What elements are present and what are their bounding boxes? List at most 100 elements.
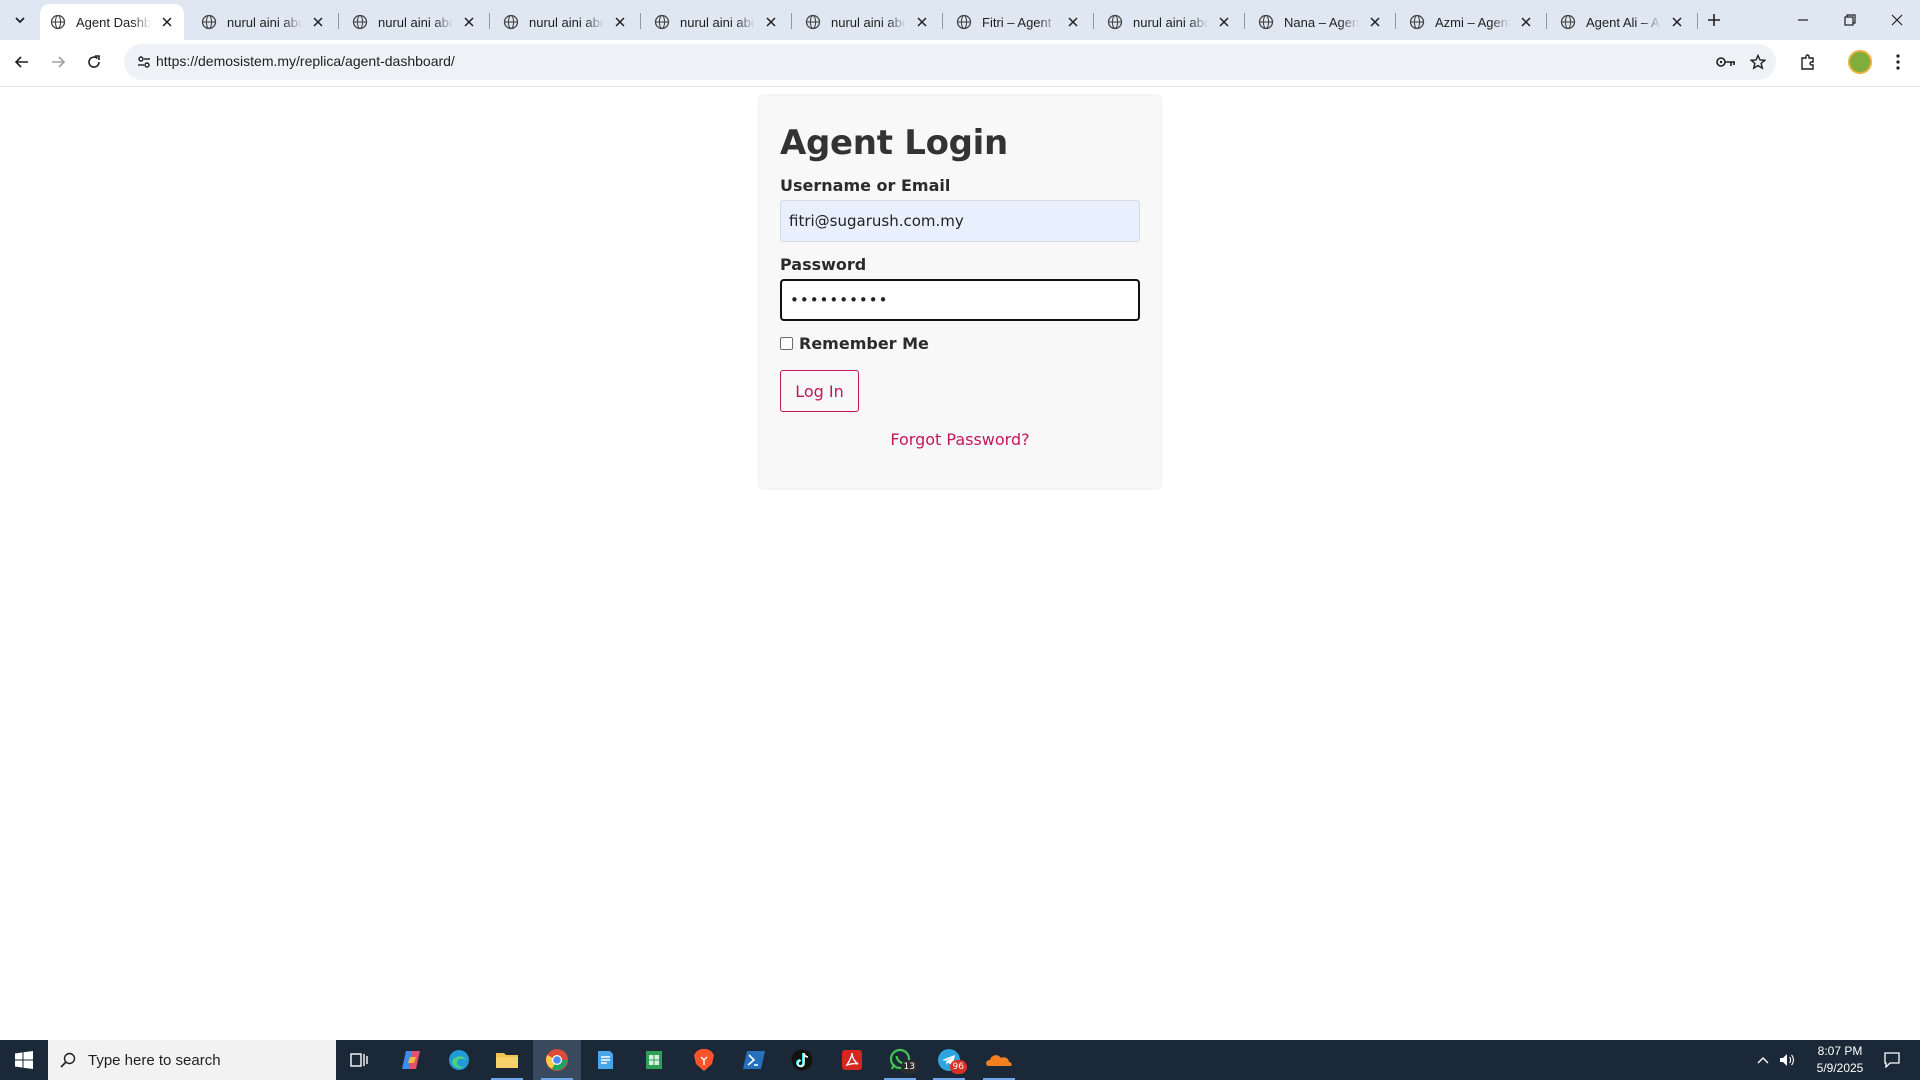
speaker-icon xyxy=(1780,1054,1794,1066)
site-info-icon[interactable] xyxy=(132,50,156,74)
forward-button[interactable] xyxy=(44,48,72,76)
tab-agent-ali[interactable]: Agent Ali – Agent xyxy=(1550,4,1694,40)
globe-icon xyxy=(503,14,519,30)
close-window-button[interactable] xyxy=(1874,0,1920,40)
edge-icon[interactable] xyxy=(435,1040,483,1080)
extensions-button[interactable] xyxy=(1794,48,1822,76)
tiktok-icon[interactable] xyxy=(778,1040,826,1080)
password-key-icon[interactable] xyxy=(1714,50,1738,74)
login-button[interactable]: Log In xyxy=(780,370,859,412)
tab-title: nurul aini abdul xyxy=(378,14,454,30)
tray-overflow-button[interactable] xyxy=(1752,1040,1774,1080)
tab-separator xyxy=(1093,13,1094,29)
reload-button[interactable] xyxy=(80,48,108,76)
tab-nurul-1[interactable]: nurul aini abdul xyxy=(191,4,335,40)
tab-close-icon[interactable] xyxy=(1669,13,1684,31)
tab-close-icon[interactable] xyxy=(461,13,476,31)
profile-avatar[interactable] xyxy=(1848,50,1872,74)
chat-bubble-icon xyxy=(1884,1052,1900,1068)
username-label: Username or Email xyxy=(780,176,951,195)
tab-nurul-2[interactable]: nurul aini abdul xyxy=(342,4,486,40)
tab-separator xyxy=(791,13,792,29)
copilot-icon[interactable] xyxy=(387,1040,435,1080)
puzzle-icon xyxy=(1801,54,1814,70)
tab-title: Agent Ali – Agent xyxy=(1586,14,1661,30)
minimize-icon xyxy=(1798,19,1808,21)
tab-title: nurul aini abdul xyxy=(1133,14,1209,30)
tab-separator xyxy=(1395,13,1396,29)
restore-button[interactable] xyxy=(1827,0,1873,40)
brave-icon[interactable] xyxy=(680,1040,728,1080)
restore-icon xyxy=(1844,14,1856,26)
taskbar-search-box[interactable]: Type here to search xyxy=(48,1040,336,1080)
menu-button[interactable] xyxy=(1884,48,1912,76)
taskbar-clock[interactable]: 8:07 PM 5/9/2025 xyxy=(1800,1043,1880,1077)
forgot-password-link[interactable]: Forgot Password? xyxy=(760,430,1160,449)
tab-separator xyxy=(1697,13,1698,29)
powershell-icon[interactable] xyxy=(730,1040,778,1080)
username-input[interactable] xyxy=(780,200,1140,242)
login-card: Agent Login Username or Email Password R… xyxy=(760,96,1160,488)
spreadsheet-icon[interactable] xyxy=(630,1040,678,1080)
tab-close-icon[interactable] xyxy=(159,13,174,31)
new-tab-button[interactable] xyxy=(1702,8,1726,32)
bookmark-star-icon[interactable] xyxy=(1746,50,1770,74)
remember-me-label[interactable]: Remember Me xyxy=(799,334,929,353)
plus-icon xyxy=(1708,14,1720,26)
tab-close-icon[interactable] xyxy=(763,13,778,31)
tab-separator xyxy=(640,13,641,29)
tab-close-icon[interactable] xyxy=(1216,13,1231,31)
tab-fitri-agent[interactable]: Fitri – Agent Page xyxy=(946,4,1090,40)
tab-separator xyxy=(1244,13,1245,29)
tab-search-button[interactable] xyxy=(8,8,32,32)
whatsapp-badge: 13 xyxy=(900,1060,918,1074)
search-icon xyxy=(60,1052,76,1068)
globe-icon xyxy=(201,14,217,30)
globe-icon xyxy=(1107,14,1123,30)
notepad-icon[interactable] xyxy=(581,1040,629,1080)
search-placeholder: Type here to search xyxy=(88,1051,221,1069)
tab-title: nurul aini abdul xyxy=(227,14,303,30)
tab-close-icon[interactable] xyxy=(310,13,325,31)
password-input[interactable] xyxy=(780,279,1140,321)
tab-agent-dashboard[interactable]: Agent Dashboard xyxy=(40,4,184,40)
telegram-icon[interactable]: 96 xyxy=(925,1040,973,1080)
tab-separator xyxy=(338,13,339,29)
notifications-button[interactable] xyxy=(1872,1040,1912,1080)
tab-azmi-agent[interactable]: Azmi – Agent Page xyxy=(1399,4,1543,40)
close-icon xyxy=(1891,14,1903,26)
password-label: Password xyxy=(780,255,867,274)
task-view-icon[interactable] xyxy=(336,1040,384,1080)
tab-separator xyxy=(489,13,490,29)
chrome-icon[interactable] xyxy=(533,1040,581,1080)
globe-icon xyxy=(654,14,670,30)
whatsapp-icon[interactable]: 13 xyxy=(876,1040,924,1080)
tab-title: Azmi – Agent Page xyxy=(1435,14,1511,30)
start-button[interactable] xyxy=(0,1040,48,1080)
tab-nana-agent[interactable]: Nana – Agent Page xyxy=(1248,4,1392,40)
file-explorer-icon[interactable] xyxy=(483,1040,531,1080)
arrow-left-icon xyxy=(14,56,28,68)
volume-button[interactable] xyxy=(1776,1040,1798,1080)
tab-close-icon[interactable] xyxy=(1367,13,1382,31)
tab-title: Agent Dashboard xyxy=(76,14,152,30)
remember-me-checkbox[interactable] xyxy=(780,337,793,350)
tab-close-icon[interactable] xyxy=(914,13,929,31)
tab-nurul-3[interactable]: nurul aini abdul xyxy=(493,4,637,40)
tab-nurul-5[interactable]: nurul aini abdul xyxy=(795,4,939,40)
tab-close-icon[interactable] xyxy=(612,13,627,31)
tab-nurul-6[interactable]: nurul aini abdul xyxy=(1097,4,1241,40)
arrow-right-icon xyxy=(52,56,66,68)
browser-toolbar: https://demosistem.my/replica/agent-dash… xyxy=(0,40,1920,87)
tab-close-icon[interactable] xyxy=(1518,13,1533,31)
minimize-button[interactable] xyxy=(1780,0,1826,40)
tab-close-icon[interactable] xyxy=(1065,13,1080,31)
address-bar[interactable]: https://demosistem.my/replica/agent-dash… xyxy=(124,44,1776,80)
back-button[interactable] xyxy=(8,48,36,76)
cloudflare-icon[interactable] xyxy=(975,1040,1023,1080)
tab-nurul-4[interactable]: nurul aini abdul xyxy=(644,4,788,40)
url-text[interactable]: https://demosistem.my/replica/agent-dash… xyxy=(156,53,455,69)
tab-title: Fitri – Agent Page xyxy=(982,14,1057,30)
acrobat-icon[interactable] xyxy=(828,1040,876,1080)
tab-strip: Agent Dashboard nurul aini abdul nurul a… xyxy=(0,0,1920,40)
